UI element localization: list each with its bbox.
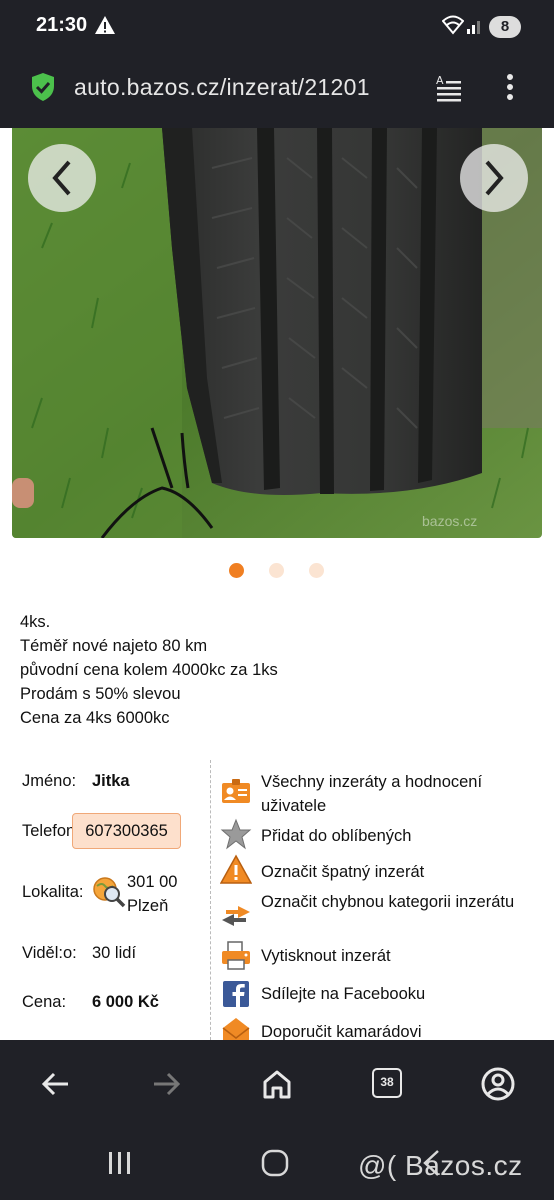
signal-icon [467,21,480,34]
report-listing-label: Označit špatný inzerát [261,863,425,881]
back-arrow-icon[interactable] [38,1066,74,1102]
description-line: Téměř nové najeto 80 km [20,637,208,655]
user-card-icon [222,779,250,803]
bazos-watermark: @( Bazos.cz [358,1150,523,1181]
seller-zip: 301 00 [127,873,178,891]
views-count: 30 lidí [92,944,137,962]
chevron-left-icon [52,160,71,196]
status-bar: 21:30 8 [0,0,554,52]
home-icon[interactable] [259,1066,295,1102]
previous-photo-button[interactable] [28,144,96,212]
gallery-pagination [0,563,554,579]
gallery-dot-1[interactable] [229,563,244,578]
seller-location-label: Lokalita: [22,883,84,901]
printer-icon [222,941,250,970]
recent-apps-icon[interactable] [106,1150,134,1176]
views-label: Viděl:o: [22,944,77,962]
gallery-dot-2[interactable] [269,563,284,578]
facebook-icon [223,981,249,1007]
add-to-favorites-label: Přidat do oblíbených [261,827,412,845]
swap-arrows-icon [222,906,250,926]
battery-level: 8 [500,18,510,35]
more-menu-icon[interactable] [500,72,520,104]
share-facebook-label: Sdílejte na Facebooku [261,985,426,1003]
phone-number-button[interactable]: 607300365 [72,813,181,849]
account-icon[interactable] [480,1066,516,1102]
forward-arrow-icon[interactable] [148,1066,184,1102]
photo-watermark: bazos.cz [422,513,477,529]
alert-icon [95,16,115,34]
browser-bottom-nav [0,1040,554,1128]
listing-description: 4ks. Téměř nové najeto 80 km původní cen… [20,610,278,730]
reader-mode-icon[interactable]: A [434,72,464,102]
report-category-label: Označit chybnou kategorii inzerátu [261,893,515,911]
all-listings-label: Všechny inzeráty a hodnocení uživatele [261,773,483,815]
next-photo-button[interactable] [460,144,528,212]
price-value: 6 000 Kč [92,993,159,1011]
seller-name: Jitka [92,772,130,790]
map-search-icon[interactable] [92,876,126,908]
home-button-icon[interactable] [261,1149,289,1177]
description-line: Prodám s 50% slevou [20,685,181,703]
warning-icon [220,854,252,884]
battery-indicator: 8 [489,16,521,38]
column-divider [210,760,211,1040]
price-label: Cena: [22,993,67,1011]
url-field[interactable]: auto.bazos.cz/inzerat/21201 [74,74,414,101]
seller-city: Plzeň [127,897,169,915]
description-line: 4ks. [20,613,51,631]
status-time: 21:30 [36,14,88,36]
gallery-dot-3[interactable] [309,563,324,578]
svg-text:A: A [436,74,444,87]
description-line: původní cena kolem 4000kc za 1ks [20,661,278,679]
secure-shield-icon[interactable] [30,72,56,102]
browser-toolbar: auto.bazos.cz/inzerat/21201 A [0,52,554,128]
star-icon [220,818,252,850]
seller-location: 301 00 Plzeň [127,870,177,918]
print-listing-label: Vytisknout inzerát [261,947,391,965]
seller-name-label: Jméno: [22,772,77,790]
tabs-button[interactable]: 38 [372,1068,402,1098]
wifi-icon [442,15,464,35]
description-line: Cena za 4ks 6000kc [20,709,170,727]
chevron-right-icon [485,160,504,196]
